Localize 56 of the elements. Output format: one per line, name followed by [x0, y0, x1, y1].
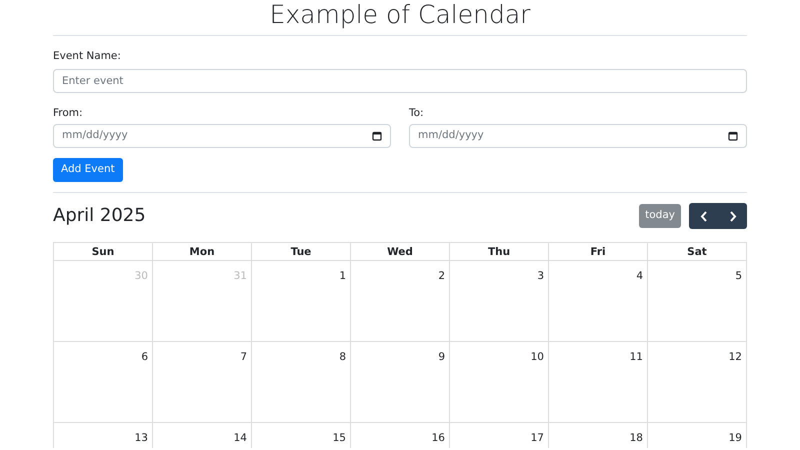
day-number: 3: [537, 270, 544, 282]
day-number: 30: [134, 270, 148, 282]
day-number: 5: [735, 270, 742, 282]
chevron-right-icon: [728, 210, 736, 222]
weekday-header: Thu: [450, 242, 548, 260]
field-label: Event Name:: [53, 49, 121, 64]
day-number: 31: [234, 270, 247, 282]
page-title: Example of Calendar: [53, 0, 747, 36]
day-cell[interactable]: 9: [350, 342, 450, 422]
day-cell[interactable]: 10: [450, 342, 548, 422]
day-number: 16: [432, 432, 445, 444]
day-number: 12: [728, 351, 742, 363]
month-title: April 2025: [53, 204, 146, 228]
day-number: 7: [240, 351, 247, 363]
day-cell[interactable]: 4: [548, 260, 648, 342]
day-cell[interactable]: 8: [252, 342, 350, 422]
weekday-header: Tue: [252, 242, 350, 260]
day-cell[interactable]: 11: [548, 342, 648, 422]
calendar-icon: [728, 131, 738, 141]
day-number: 17: [530, 432, 544, 444]
day-number: 14: [234, 432, 247, 444]
weekday-header: Mon: [152, 242, 252, 260]
add-event-button[interactable]: Add Event: [53, 158, 123, 182]
date-field[interactable]: mm/dd/yyyy: [409, 124, 747, 148]
day-cell[interactable]: 13: [54, 422, 152, 448]
field-label: From:: [53, 106, 83, 121]
weekday-header: Sun: [54, 242, 152, 260]
day-cell[interactable]: 5: [648, 260, 746, 342]
day-cell[interactable]: 6: [54, 342, 152, 422]
day-cell[interactable]: 2: [350, 260, 450, 342]
day-number: 4: [636, 270, 643, 282]
day-number: 2: [438, 270, 445, 282]
calendar-icon: [372, 131, 382, 141]
day-number: 15: [332, 432, 346, 444]
day-number: 11: [630, 351, 643, 363]
day-number: 9: [438, 351, 445, 363]
day-cell[interactable]: 12: [648, 342, 746, 422]
weekday-header: Wed: [350, 242, 450, 260]
day-cell[interactable]: 1: [252, 260, 350, 342]
day-number: 13: [134, 432, 148, 444]
day-number: 6: [141, 351, 148, 363]
date-placeholder: mm/dd/yyyy: [62, 128, 128, 144]
day-number: 1: [339, 270, 346, 282]
date-placeholder: mm/dd/yyyy: [418, 128, 484, 144]
day-number: 10: [530, 351, 544, 363]
field-label: To:: [409, 106, 424, 121]
weekday-header: Fri: [548, 242, 648, 260]
chevron-left-icon: [700, 210, 708, 222]
day-number: 8: [339, 351, 346, 363]
day-cell[interactable]: 3: [450, 260, 548, 342]
date-field[interactable]: mm/dd/yyyy: [53, 124, 391, 148]
day-number: 19: [728, 432, 742, 444]
weekday-header: Sat: [648, 242, 746, 260]
input-field[interactable]: Enter event: [53, 69, 747, 93]
day-number: 18: [630, 432, 643, 444]
day-cell[interactable]: 7: [152, 342, 252, 422]
